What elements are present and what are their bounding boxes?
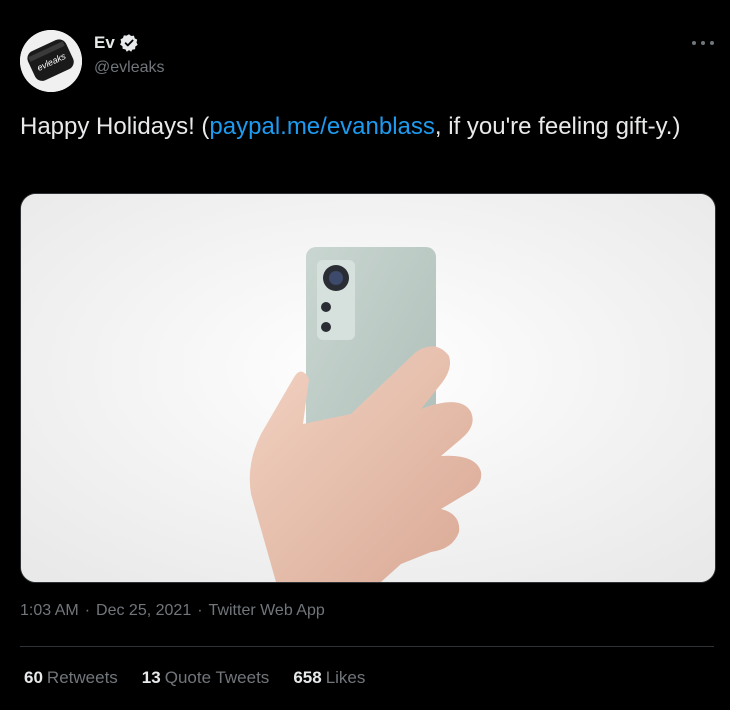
tweet-source[interactable]: Twitter Web App	[209, 602, 325, 620]
verified-badge-icon	[119, 33, 139, 53]
more-options-icon[interactable]	[692, 36, 714, 50]
tweet-link[interactable]: paypal.me/evanblass	[209, 113, 434, 140]
quote-tweets-stat[interactable]: 13 Quote Tweets	[142, 668, 270, 688]
name-row: Ev	[94, 33, 139, 53]
tweet-media-image[interactable]	[20, 193, 716, 583]
divider	[20, 646, 714, 647]
avatar[interactable]: evleaks	[20, 30, 82, 92]
meta-separator: ·	[84, 602, 91, 619]
tweet-text-before: Happy Holidays! (	[20, 113, 210, 140]
tweet-meta: 1:03 AM · Dec 25, 2021 · Twitter Web App	[20, 602, 325, 620]
tweet-text: Happy Holidays! (paypal.me/evanblass, if…	[20, 110, 700, 144]
tweet: evleaks Ev @evleaks Happy Holidays! (pay…	[0, 0, 730, 710]
tweet-stats: 60 Retweets 13 Quote Tweets 658 Likes	[24, 668, 365, 688]
tweet-time[interactable]: 1:03 AM	[20, 602, 79, 620]
handle[interactable]: @evleaks	[94, 59, 165, 77]
tweet-text-after: , if you're feeling gift-y.)	[434, 113, 681, 140]
tweet-date[interactable]: Dec 25, 2021	[96, 602, 191, 620]
avatar-image: evleaks	[20, 30, 82, 92]
retweets-stat[interactable]: 60 Retweets	[24, 668, 118, 688]
display-name[interactable]: Ev	[94, 33, 115, 53]
meta-separator: ·	[197, 602, 203, 619]
likes-stat[interactable]: 658 Likes	[293, 668, 365, 688]
